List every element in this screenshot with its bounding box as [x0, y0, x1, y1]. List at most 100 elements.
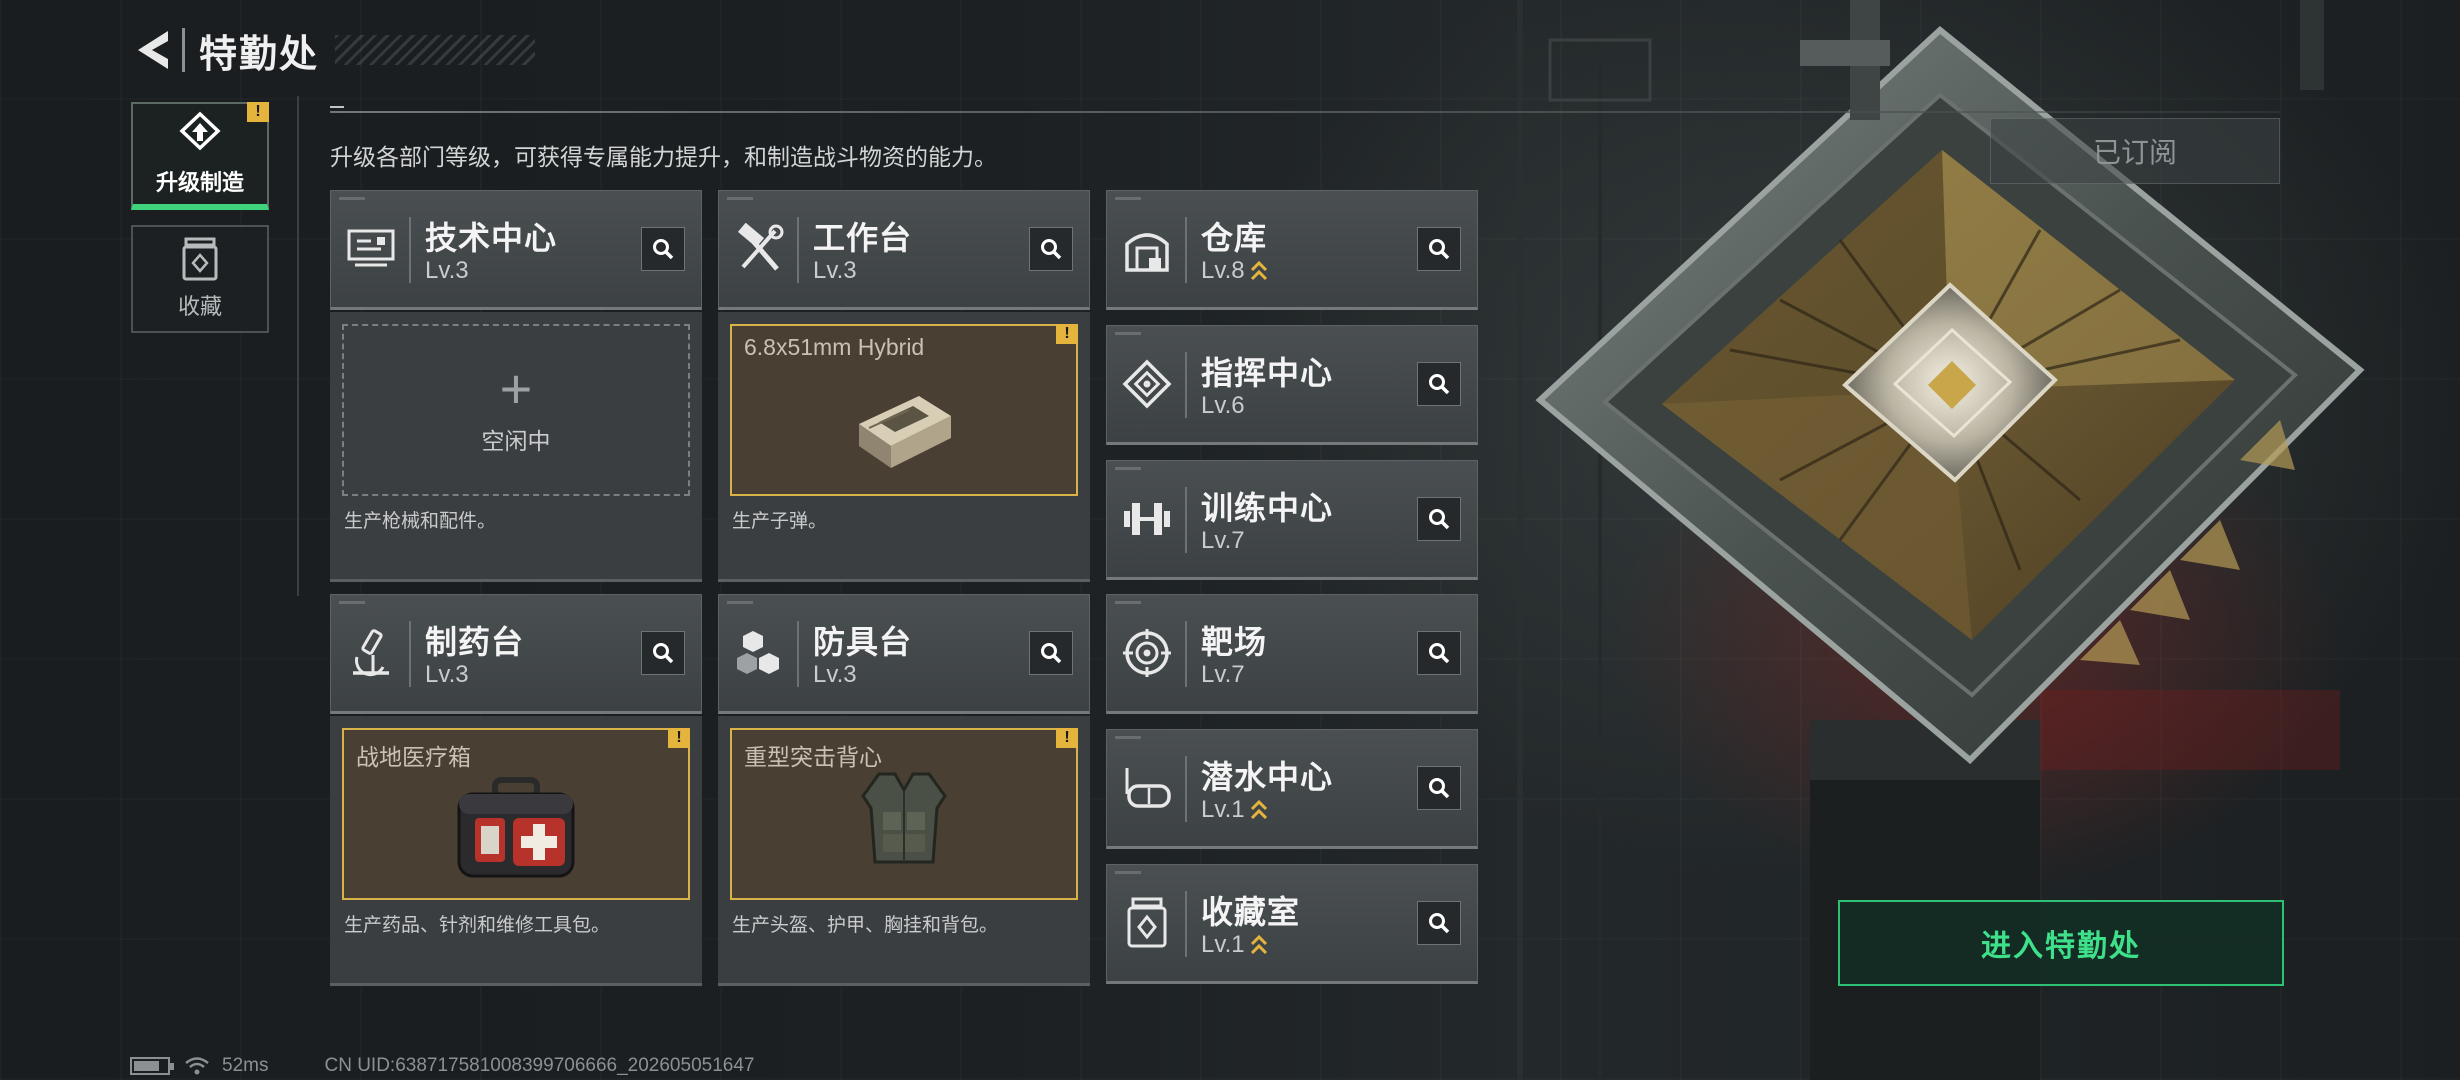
production-slot-medical-kit[interactable]: 战地医疗箱 ! [342, 728, 690, 900]
diving-mask-icon [1117, 758, 1177, 818]
dept-tech-center[interactable]: 技术中心 Lv.3 [330, 190, 702, 310]
search-icon [1429, 509, 1450, 530]
dept-level: Lv.1 [1201, 796, 1269, 824]
dept-divider [1185, 891, 1187, 957]
level-text: Lv.7 [1201, 661, 1245, 688]
dept-divider [1185, 756, 1187, 822]
target-icon [1117, 623, 1177, 683]
search-button[interactable] [1029, 631, 1073, 675]
dept-level: Lv.7 [1201, 527, 1245, 555]
dept-command-center[interactable]: 指挥中心 Lv.6 [1106, 325, 1478, 445]
dept-name: 工作台 [813, 220, 913, 256]
dept-name: 技术中心 [425, 220, 558, 256]
upgrade-manufacture-icon [179, 111, 221, 151]
tab-label: 升级制造 [155, 170, 244, 195]
dept-divider [1185, 217, 1187, 283]
dept-level: Lv.3 [425, 661, 469, 689]
dept-level: Lv.6 [1201, 392, 1245, 420]
dept-name: 指挥中心 [1201, 355, 1334, 391]
dept-name: 训练中心 [1201, 490, 1334, 526]
search-button[interactable] [1417, 227, 1461, 271]
search-button[interactable] [1029, 227, 1073, 271]
search-button[interactable] [1417, 362, 1461, 406]
subscribed-button[interactable]: 已订阅 [1990, 118, 2280, 184]
dept-armor[interactable]: 防具台 Lv.3 [718, 594, 1090, 714]
command-chip-icon [1117, 354, 1177, 414]
item-name: 6.8x51mm Hybrid [744, 334, 925, 360]
search-button[interactable] [1417, 497, 1461, 541]
search-icon [653, 643, 674, 664]
back-button[interactable] [130, 25, 176, 75]
search-button[interactable] [1417, 766, 1461, 810]
ammo-box-icon [849, 376, 959, 481]
dept-shooting-range[interactable]: 靶场 Lv.7 [1106, 594, 1478, 714]
level-text: Lv.3 [425, 661, 469, 688]
dept-collection-room[interactable]: 收藏室 Lv.1 [1106, 864, 1478, 984]
dept-level: Lv.8 [1201, 257, 1269, 285]
level-text: Lv.8 [1201, 257, 1245, 284]
search-icon [653, 239, 674, 260]
panel-description: 生产子弹。 [732, 511, 828, 532]
search-button[interactable] [641, 631, 685, 675]
search-icon [1429, 374, 1450, 395]
slot-alert-badge: ! [1056, 324, 1078, 344]
circuit-board-icon [341, 219, 401, 279]
panel-description: 生产枪械和配件。 [344, 511, 497, 532]
dept-divider [1185, 621, 1187, 687]
dept-name: 防具台 [813, 624, 913, 660]
slot-alert-badge: ! [1056, 728, 1078, 748]
pharmacy-production-panel: 战地医疗箱 ! 生产药品、针剂和维修工具包。 [330, 716, 702, 986]
dumbbell-icon [1117, 489, 1177, 549]
dept-pharmacy[interactable]: 制药台 Lv.3 [330, 594, 702, 714]
dept-workbench[interactable]: 工作台 Lv.3 [718, 190, 1090, 310]
level-text: Lv.1 [1201, 796, 1245, 823]
production-slot-ammo[interactable]: 6.8x51mm Hybrid ! [730, 324, 1078, 496]
upgrade-chevron-icon [1249, 799, 1269, 821]
dept-name: 潜水中心 [1201, 759, 1334, 795]
microscope-icon [341, 623, 401, 683]
status-footer: 52ms CN UID:638717581008399706666_202605… [130, 1054, 754, 1078]
level-text: Lv.3 [813, 661, 857, 688]
tab-label: 收藏 [177, 294, 222, 319]
level-text: Lv.6 [1201, 392, 1245, 419]
search-icon [1041, 239, 1062, 260]
armor-production-panel: 重型突击背心 ! 生产头盔、护甲、胸挂和背包。 [718, 716, 1090, 986]
armor-blocks-icon [729, 623, 789, 683]
dept-diving-center[interactable]: 潜水中心 Lv.1 [1106, 729, 1478, 849]
collection-icon [182, 237, 218, 281]
slot-status: 空闲中 [481, 428, 551, 454]
dept-name: 制药台 [425, 624, 525, 660]
dept-name: 仓库 [1201, 220, 1268, 256]
level-text: Lv.3 [425, 257, 469, 284]
search-button[interactable] [1417, 631, 1461, 675]
dept-divider [409, 621, 411, 687]
dept-level: Lv.3 [425, 257, 469, 285]
warehouse-icon [1117, 219, 1177, 279]
tab-alert-badge: ! [247, 102, 269, 122]
dept-divider [1185, 352, 1187, 418]
dept-divider [797, 621, 799, 687]
panel-description: 生产头盔、护甲、胸挂和背包。 [732, 915, 999, 936]
dept-divider [1185, 487, 1187, 553]
workbench-production-panel: 6.8x51mm Hybrid ! 生产子弹。 [718, 312, 1090, 582]
battery-icon [130, 1057, 174, 1075]
search-button[interactable] [641, 227, 685, 271]
enter-special-ops-button[interactable]: 进入特勤处 [1838, 900, 2284, 986]
search-icon [1429, 643, 1450, 664]
collection-jar-icon [1117, 893, 1177, 953]
search-icon [1429, 778, 1450, 799]
side-divider [297, 96, 299, 596]
tab-collection[interactable]: 收藏 [131, 225, 269, 333]
tech-production-panel: + 空闲中 生产枪械和配件。 [330, 312, 702, 582]
dept-training-center[interactable]: 训练中心 Lv.7 [1106, 460, 1478, 580]
production-slot-tactical-vest[interactable]: 重型突击背心 ! [730, 728, 1078, 900]
dept-name: 收藏室 [1201, 894, 1301, 930]
page-title: 特勤处 [199, 33, 320, 76]
top-rule-tick [330, 106, 344, 108]
search-icon [1041, 643, 1062, 664]
search-button[interactable] [1417, 901, 1461, 945]
dept-warehouse[interactable]: 仓库 Lv.8 [1106, 190, 1478, 310]
ping-text: 52ms [222, 1055, 269, 1076]
tab-upgrade-manufacture[interactable]: ! 升级制造 [131, 102, 269, 210]
empty-production-slot[interactable]: + 空闲中 [342, 324, 690, 496]
